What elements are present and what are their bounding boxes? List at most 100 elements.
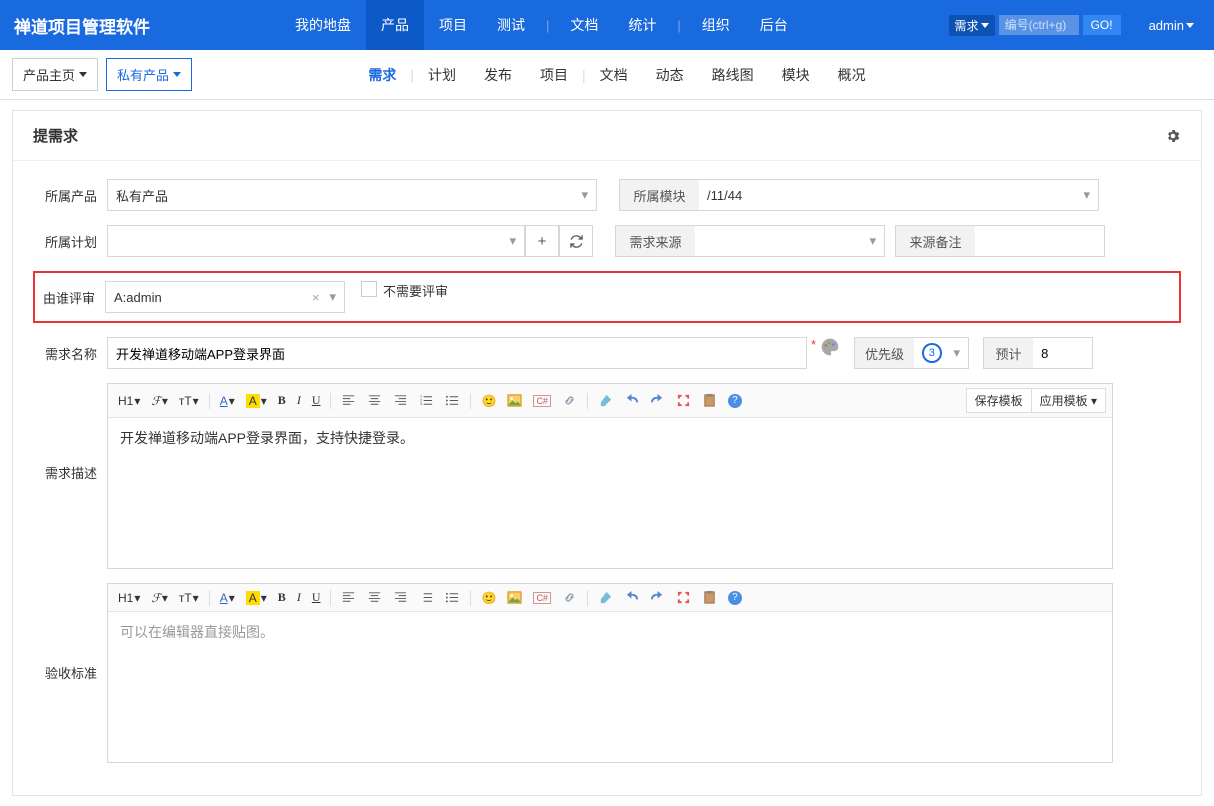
tb-forecolor[interactable]: A▾ (216, 589, 239, 607)
tb-undo-icon[interactable] (620, 391, 643, 410)
label-priority: 优先级 (854, 337, 914, 369)
tb-backcolor[interactable]: A▾ (242, 392, 271, 410)
nav-admin[interactable]: 后台 (745, 0, 803, 50)
reviewer-select[interactable]: A:admin × ▾ (105, 281, 345, 313)
tb-align-right[interactable] (389, 391, 412, 410)
tb-font[interactable]: ℱ▾ (147, 392, 171, 410)
tb-list-ul[interactable] (441, 391, 464, 410)
product-home-label: 产品主页 (23, 65, 75, 84)
top-nav: 禅道项目管理软件 我的地盘 产品 项目 测试 | 文档 统计 | 组织 后台 需… (0, 0, 1214, 50)
subnav-story[interactable]: 需求 (354, 65, 410, 85)
tb-fullscreen-icon[interactable] (672, 391, 695, 410)
tb-align-left[interactable] (337, 391, 360, 410)
nav-project[interactable]: 项目 (424, 0, 482, 50)
clear-icon[interactable]: × (308, 290, 324, 305)
subnav-release[interactable]: 发布 (470, 65, 526, 85)
tb-link-icon[interactable] (558, 391, 581, 410)
subnav-plan[interactable]: 计划 (414, 65, 470, 85)
tb-align-center[interactable] (363, 588, 386, 607)
nav-doc[interactable]: 文档 (555, 0, 613, 50)
source-select[interactable]: ▾ (695, 225, 885, 257)
tb-emoji-icon[interactable]: 🙂 (477, 392, 500, 410)
tb-code-icon[interactable]: C# (529, 393, 555, 409)
search-input[interactable] (999, 15, 1079, 35)
nav-stat[interactable]: 统计 (613, 0, 671, 50)
tb-italic[interactable]: I (293, 588, 305, 607)
tb-image-icon[interactable] (503, 588, 526, 607)
row-desc: 需求描述 H1▾ ℱ▾ тT▾ A▾ A▾ B I U 123 (37, 383, 1177, 569)
save-template-button[interactable]: 保存模板 (966, 388, 1032, 413)
tb-font[interactable]: ℱ▾ (147, 589, 171, 607)
subnav-module[interactable]: 模块 (768, 65, 824, 85)
product-select-label: 私有产品 (117, 65, 169, 84)
tb-align-left[interactable] (337, 588, 360, 607)
noreview-checkbox[interactable] (361, 281, 377, 297)
estimate-input[interactable] (1041, 346, 1084, 361)
tb-italic[interactable]: I (293, 391, 305, 410)
user-menu[interactable]: admin (1143, 18, 1200, 33)
product-select[interactable]: 私有产品 (106, 58, 192, 91)
tb-list-ol[interactable] (415, 588, 438, 607)
tb-align-right[interactable] (389, 588, 412, 607)
desc-editor-body[interactable]: 开发禅道移动端APP登录界面，支持快捷登录。 (108, 418, 1112, 568)
title-input[interactable] (116, 346, 798, 361)
apply-template-button[interactable]: 应用模板 ▾ (1032, 388, 1106, 413)
module-select[interactable]: /11/44▾ (699, 179, 1099, 211)
tb-underline[interactable]: U (308, 391, 325, 410)
label-reviewer: 由谁评审 (35, 281, 105, 307)
label-estimate: 预计 (983, 337, 1033, 369)
product-home-select[interactable]: 产品主页 (12, 58, 98, 91)
tb-bold[interactable]: B (274, 391, 290, 410)
tb-emoji-icon[interactable]: 🙂 (477, 589, 500, 607)
tb-backcolor[interactable]: A▾ (242, 589, 271, 607)
nav-menu: 我的地盘 产品 项目 测试 | 文档 统计 | 组织 后台 (280, 0, 949, 50)
product-value: 私有产品 (116, 186, 575, 205)
subnav-project[interactable]: 项目 (526, 65, 582, 85)
tb-bold[interactable]: B (274, 588, 290, 607)
tb-heading[interactable]: H1▾ (114, 589, 144, 607)
tb-paste-icon[interactable] (698, 391, 721, 410)
sourcenote-input[interactable] (975, 225, 1105, 257)
row-product-module: 所属产品 私有产品▾ 所属模块 /11/44▾ (37, 179, 1177, 211)
nav-test[interactable]: 测试 (482, 0, 540, 50)
nav-product[interactable]: 产品 (366, 0, 424, 50)
tb-paste-icon[interactable] (698, 588, 721, 607)
tb-forecolor[interactable]: A▾ (216, 392, 239, 410)
priority-select[interactable]: 3 ▾ (914, 337, 969, 369)
verify-editor-body[interactable]: 可以在编辑器直接贴图。 (108, 612, 1112, 762)
tb-help-icon[interactable]: ? (724, 392, 746, 410)
tb-redo-icon[interactable] (646, 588, 669, 607)
tb-eraser-icon[interactable] (594, 391, 617, 410)
tb-image-icon[interactable] (503, 391, 526, 410)
nav-my[interactable]: 我的地盘 (280, 0, 366, 50)
tb-underline[interactable]: U (308, 588, 325, 607)
subnav-overview[interactable]: 概况 (824, 65, 880, 85)
tb-heading[interactable]: H1▾ (114, 392, 144, 410)
sourcenote-field[interactable] (983, 234, 1096, 249)
search-go-button[interactable]: GO! (1083, 15, 1121, 35)
tb-fullscreen-icon[interactable] (672, 588, 695, 607)
color-picker-icon[interactable] (820, 337, 840, 357)
row-plan-source: 所属计划 ▾ + 需求来源 ▾ 来源备注 (37, 225, 1177, 257)
nav-org[interactable]: 组织 (687, 0, 745, 50)
tb-align-center[interactable] (363, 391, 386, 410)
plan-select[interactable]: ▾ (107, 225, 525, 257)
tb-size[interactable]: тT▾ (175, 589, 203, 607)
tb-help-icon[interactable]: ? (724, 589, 746, 607)
plan-refresh-button[interactable] (559, 225, 593, 257)
tb-list-ol[interactable]: 123 (415, 391, 438, 410)
search-type-select[interactable]: 需求 (949, 15, 995, 36)
tb-undo-icon[interactable] (620, 588, 643, 607)
subnav-doc[interactable]: 文档 (586, 65, 642, 85)
plan-add-button[interactable]: + (525, 225, 559, 257)
tb-eraser-icon[interactable] (594, 588, 617, 607)
tb-link-icon[interactable] (558, 588, 581, 607)
subnav-roadmap[interactable]: 路线图 (698, 65, 768, 85)
tb-list-ul[interactable] (441, 588, 464, 607)
gear-icon[interactable] (1165, 128, 1181, 144)
product-select[interactable]: 私有产品▾ (107, 179, 597, 211)
subnav-activity[interactable]: 动态 (642, 65, 698, 85)
tb-redo-icon[interactable] (646, 391, 669, 410)
tb-code-icon[interactable]: C# (529, 590, 555, 606)
tb-size[interactable]: тT▾ (175, 392, 203, 410)
